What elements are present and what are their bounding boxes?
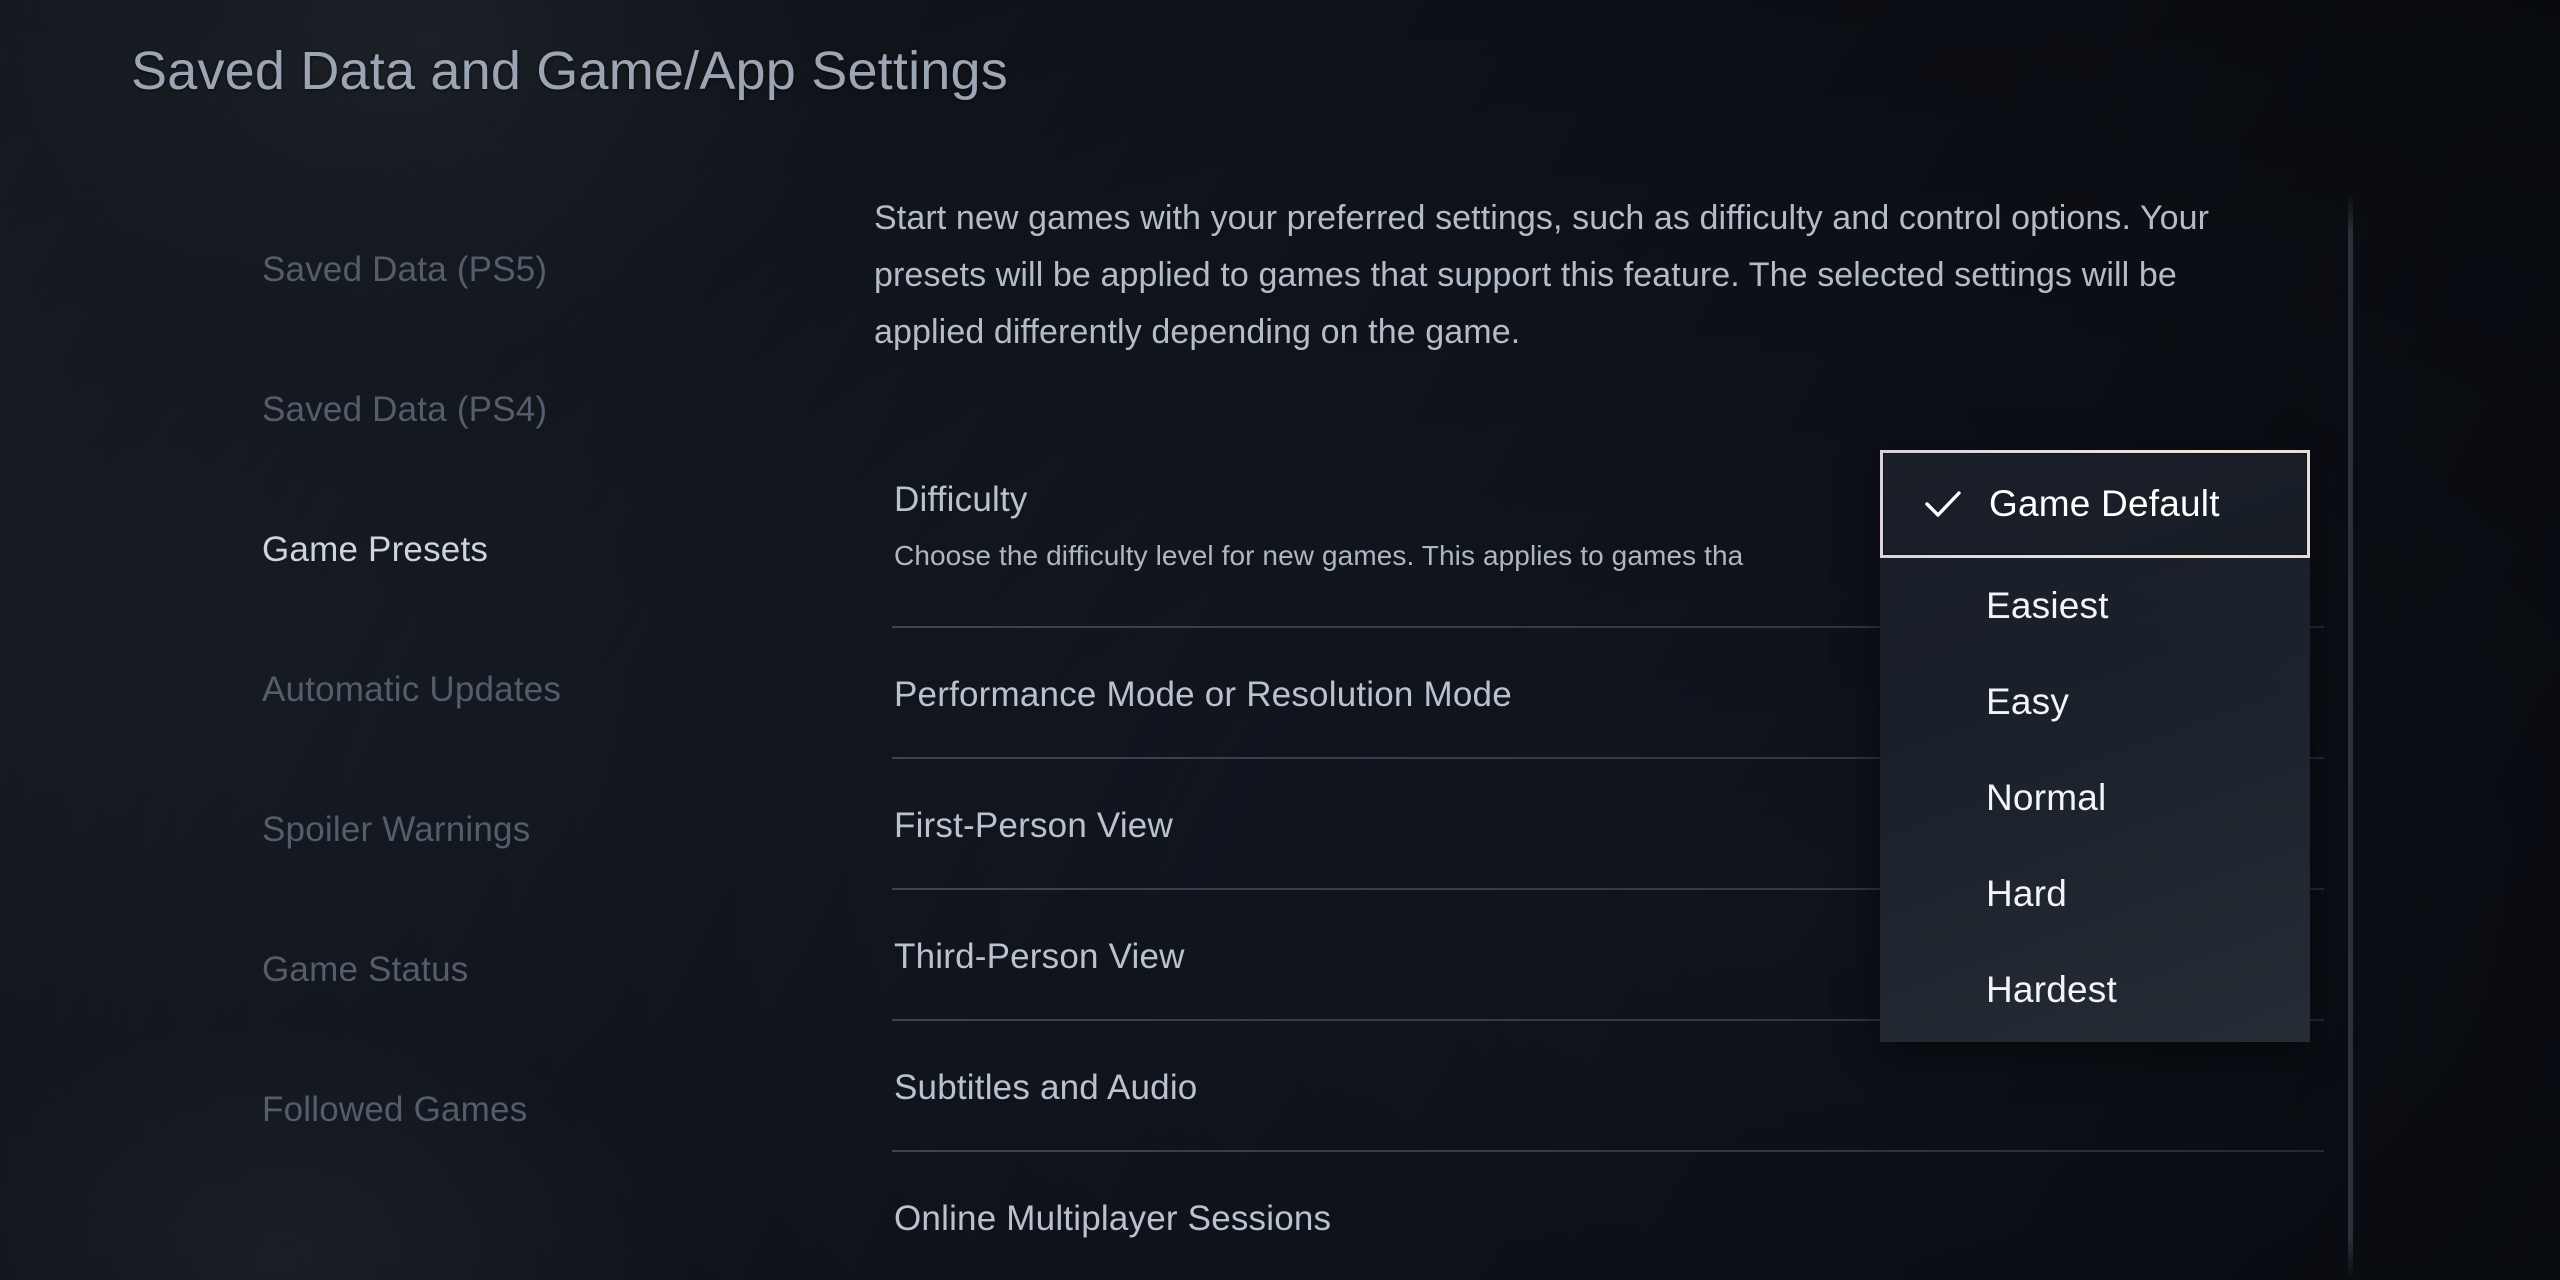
- sidebar-item-saved-data-ps5[interactable]: Saved Data (PS5): [0, 200, 760, 340]
- sidebar-item-spoiler-warnings[interactable]: Spoiler Warnings: [0, 760, 760, 900]
- game-presets-description: Start new games with your preferred sett…: [874, 199, 2210, 351]
- sidebar-item-label: Game Status: [262, 950, 469, 989]
- sidebar-item-label: Followed Games: [262, 1090, 528, 1129]
- setting-label: Difficulty: [894, 480, 1028, 519]
- settings-sidebar: Saved Data (PS5) Saved Data (PS4) Game Pre…: [0, 200, 760, 1180]
- dropdown-option-label: Easy: [1986, 681, 2070, 722]
- sidebar-item-saved-data-ps4[interactable]: Saved Data (PS4): [0, 340, 760, 480]
- row-divider: [892, 1150, 2324, 1152]
- dropdown-option-label: Normal: [1986, 777, 2107, 818]
- check-icon: [1921, 489, 1965, 519]
- sidebar-item-followed-games[interactable]: Followed Games: [0, 1040, 760, 1180]
- dropdown-option-label: Hard: [1986, 873, 2067, 914]
- dropdown-option-easy[interactable]: Easy: [1880, 654, 2310, 750]
- difficulty-dropdown[interactable]: Game Default Easiest Easy Normal Hard Hardes…: [1880, 450, 2310, 1042]
- settings-screen: Saved Data and Game/App Settings Saved D…: [0, 0, 2560, 1280]
- setting-description: Choose the difficulty level for new game…: [894, 540, 1744, 571]
- dropdown-option-label: Easiest: [1986, 585, 2109, 626]
- setting-label: Performance Mode or Resolution Mode: [894, 675, 1512, 714]
- sidebar-item-game-presets[interactable]: Game Presets: [0, 480, 760, 620]
- dropdown-option-normal[interactable]: Normal: [1880, 750, 2310, 846]
- dropdown-option-list: Easiest Easy Normal Hard Hardest: [1880, 558, 2310, 1038]
- dropdown-option-label: Hardest: [1986, 969, 2117, 1010]
- sidebar-item-label: Game Presets: [262, 530, 489, 569]
- setting-row[interactable]: Subtitles and Audio: [894, 1068, 2324, 1198]
- sidebar-item-label: Saved Data (PS5): [262, 250, 548, 289]
- setting-label: First-Person View: [894, 806, 1173, 845]
- setting-label: Online Multiplayer Sessions: [894, 1199, 1332, 1238]
- page-title: Saved Data and Game/App Settings: [131, 41, 1008, 101]
- sidebar-item-label: Spoiler Warnings: [262, 810, 531, 849]
- dropdown-option-hard[interactable]: Hard: [1880, 846, 2310, 942]
- dropdown-option-hardest[interactable]: Hardest: [1880, 942, 2310, 1038]
- setting-row[interactable]: Online Multiplayer Sessions: [894, 1199, 2324, 1280]
- setting-label: Subtitles and Audio: [894, 1068, 1198, 1107]
- vertical-scrollbar[interactable]: [2348, 192, 2353, 1280]
- setting-label: Third-Person View: [894, 937, 1185, 976]
- sidebar-item-label: Automatic Updates: [262, 670, 562, 709]
- sidebar-item-automatic-updates[interactable]: Automatic Updates: [0, 620, 760, 760]
- sidebar-item-game-status[interactable]: Game Status: [0, 900, 760, 1040]
- dropdown-option-easiest[interactable]: Easiest: [1880, 558, 2310, 654]
- dropdown-option-selected[interactable]: Game Default: [1880, 450, 2310, 558]
- sidebar-item-label: Saved Data (PS4): [262, 390, 548, 429]
